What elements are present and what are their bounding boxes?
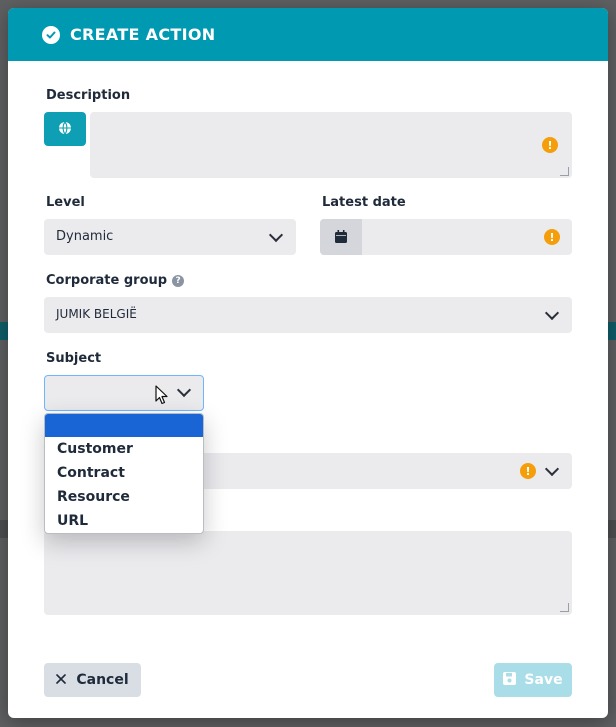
check-circle-icon bbox=[42, 25, 60, 44]
warning-icon: ! bbox=[520, 463, 536, 479]
subject-select[interactable] bbox=[44, 375, 204, 411]
corporate-group-label-text: Corporate group bbox=[46, 273, 168, 288]
warning-icon: ! bbox=[542, 137, 558, 153]
subject-option-url[interactable]: URL bbox=[45, 509, 203, 533]
subject-option-contract[interactable]: Contract bbox=[45, 461, 203, 485]
cancel-label: Cancel bbox=[76, 672, 129, 688]
chevron-down-icon bbox=[544, 461, 560, 477]
description-label: Description bbox=[46, 88, 131, 103]
subject-label: Subject bbox=[46, 351, 102, 366]
cancel-button[interactable]: Cancel bbox=[44, 663, 141, 697]
calendar-icon bbox=[335, 228, 347, 247]
level-label: Level bbox=[46, 195, 85, 210]
floppy-disk-icon bbox=[503, 671, 517, 689]
subject-option-customer[interactable]: Customer bbox=[45, 437, 203, 461]
corporate-group-select[interactable]: JUMIK BELGIË bbox=[44, 297, 572, 333]
subject-option-resource[interactable]: Resource bbox=[45, 485, 203, 509]
create-action-dialog: CREATE ACTION Description ! Level Dynami… bbox=[8, 8, 608, 718]
corporate-group-value: JUMIK BELGIË bbox=[56, 307, 137, 321]
mouse-cursor-icon bbox=[155, 385, 169, 409]
chevron-down-icon bbox=[544, 305, 560, 321]
close-icon bbox=[56, 672, 67, 688]
globe-icon bbox=[58, 120, 72, 139]
latest-date-label: Latest date bbox=[322, 195, 406, 210]
dialog-title: CREATE ACTION bbox=[70, 25, 216, 44]
help-icon[interactable]: ? bbox=[172, 274, 185, 287]
notes-textarea[interactable] bbox=[44, 531, 572, 615]
language-button[interactable] bbox=[44, 112, 86, 146]
level-value: Dynamic bbox=[56, 229, 114, 244]
save-label: Save bbox=[524, 672, 563, 688]
subject-option-blank[interactable] bbox=[45, 414, 203, 437]
chevron-down-icon bbox=[268, 227, 284, 243]
save-button[interactable]: Save bbox=[494, 663, 572, 697]
warning-icon: ! bbox=[544, 229, 560, 245]
resize-handle[interactable] bbox=[560, 603, 569, 612]
corporate-group-label: Corporate group? bbox=[46, 273, 185, 288]
level-select[interactable]: Dynamic bbox=[44, 219, 296, 255]
resize-handle[interactable] bbox=[560, 167, 569, 176]
calendar-button[interactable] bbox=[320, 219, 362, 255]
description-textarea[interactable]: ! bbox=[90, 112, 572, 178]
subject-dropdown-list: Customer Contract Resource URL bbox=[44, 413, 204, 534]
chevron-down-icon bbox=[176, 382, 192, 398]
dialog-header: CREATE ACTION bbox=[8, 8, 608, 61]
